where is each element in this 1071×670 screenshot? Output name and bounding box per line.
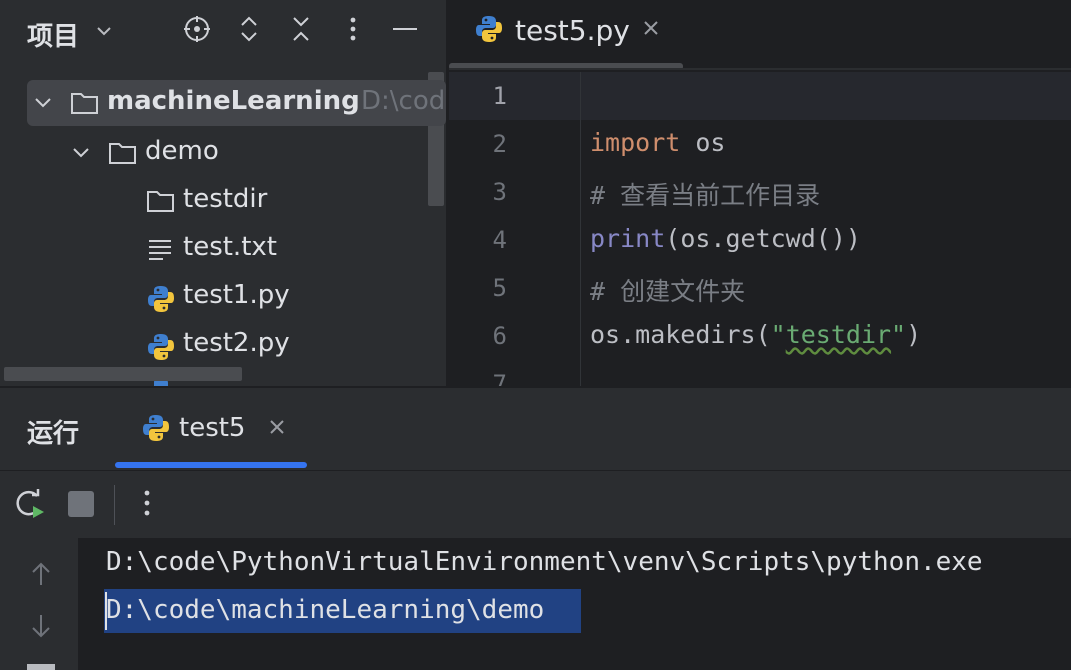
line-number: 4 [492,226,507,254]
python-file-icon [146,332,176,366]
more-vertical-icon[interactable] [338,14,368,44]
tree-item-label: test1.py [183,280,290,310]
close-icon[interactable] [267,417,287,441]
python-file-icon [146,284,176,318]
editor-tab-bar: test5.py [449,0,1071,70]
code-text: ) [906,320,922,349]
tree-item-label: test2.py [183,328,290,358]
rerun-icon[interactable] [13,487,47,525]
current-line-highlight [449,72,1071,120]
code-line-4[interactable]: print(os.getcwd()) [590,224,861,253]
line-number: 3 [492,178,507,206]
locate-icon[interactable] [182,14,212,44]
tree-item-test2-py[interactable]: test2.py [0,322,446,366]
code-text: os.makedirs( [590,320,771,349]
arrow-down-icon[interactable] [27,612,55,644]
chevron-down-icon[interactable] [94,21,114,45]
console-output[interactable]: D:\code\PythonVirtualEnvironment\venv\Sc… [0,538,1071,670]
run-toolbar [0,470,1071,539]
code-text: os [680,128,726,157]
soft-wrap-icon[interactable] [27,664,55,670]
line-number: 7 [492,370,507,386]
folder-icon [70,90,100,120]
chevron-down-icon[interactable] [71,143,91,167]
python-file-icon [474,14,504,48]
tree-item-test-txt[interactable]: test.txt [0,226,446,270]
active-tab-indicator [115,462,307,468]
project-header: 项目 [0,0,446,64]
tree-item-label: testdir [183,184,268,214]
text-caret [105,592,107,630]
chevron-down-icon[interactable] [33,93,53,117]
run-panel: 运行 test5 D:\code\PythonVirtualEnvironmen… [0,386,1071,670]
string-quote: " [770,320,786,349]
project-title[interactable]: 项目 [27,16,79,53]
tab-bar-divider [449,68,1071,70]
project-panel: 项目 machineLearning D:\code [0,0,446,386]
console-line: D:\code\machineLearning\demo [106,595,545,625]
keyword-import: import [590,128,681,157]
text-file-icon [147,236,175,266]
expand-collapse-icon[interactable] [234,14,264,44]
tree-item-label: demo [145,136,219,166]
more-vertical-icon[interactable] [135,485,159,525]
tree-item-demo[interactable]: demo [0,130,446,174]
tree-item-label: test.txt [183,232,277,262]
code-line-6[interactable]: os.makedirs("testdir") [590,320,921,349]
code-text: (os.getcwd()) [665,224,861,253]
minimize-icon[interactable] [390,14,420,44]
line-number: 6 [492,322,507,350]
line-number: 2 [492,130,507,158]
code-line-2[interactable]: import os [590,128,725,157]
code-line-5-comment[interactable]: # 创建文件夹 [590,272,745,308]
stop-icon[interactable] [68,491,94,517]
toolbar-separator [114,485,115,525]
builtin-print: print [590,224,666,253]
run-panel-title: 运行 [27,419,80,449]
code-editor: test5.py 1 2 3 4 5 6 7 import os # 查看当前工… [449,0,1071,386]
editor-tab-label: test5.py [515,14,630,47]
string-quote: " [891,320,907,349]
panel-divider [0,386,1071,388]
arrow-up-icon[interactable] [27,560,55,592]
console-line: D:\code\PythonVirtualEnvironment\venv\Sc… [106,547,983,577]
tree-item-testdir[interactable]: testdir [0,178,446,222]
tree-item-test1-py[interactable]: test1.py [0,274,446,318]
run-tab-label: test5 [179,413,246,443]
code-line-3-comment[interactable]: # 查看当前工作目录 [590,176,820,212]
line-number: 5 [492,274,507,302]
python-file-icon [141,413,171,447]
line-number: 1 [492,82,507,110]
collapse-all-icon[interactable] [286,14,316,44]
folder-icon [146,188,176,218]
folder-icon [108,140,138,170]
string-literal: testdir [785,320,892,349]
tree-item-machinelearning[interactable]: machineLearning D:\code [0,80,446,126]
gutter-divider [580,72,581,386]
tree-horizontal-scrollbar[interactable] [4,367,242,381]
tree-item-path: D:\code [361,86,446,116]
tree-item-label: machineLearning [107,86,360,116]
console-gutter [0,538,78,670]
close-icon[interactable] [641,18,661,42]
